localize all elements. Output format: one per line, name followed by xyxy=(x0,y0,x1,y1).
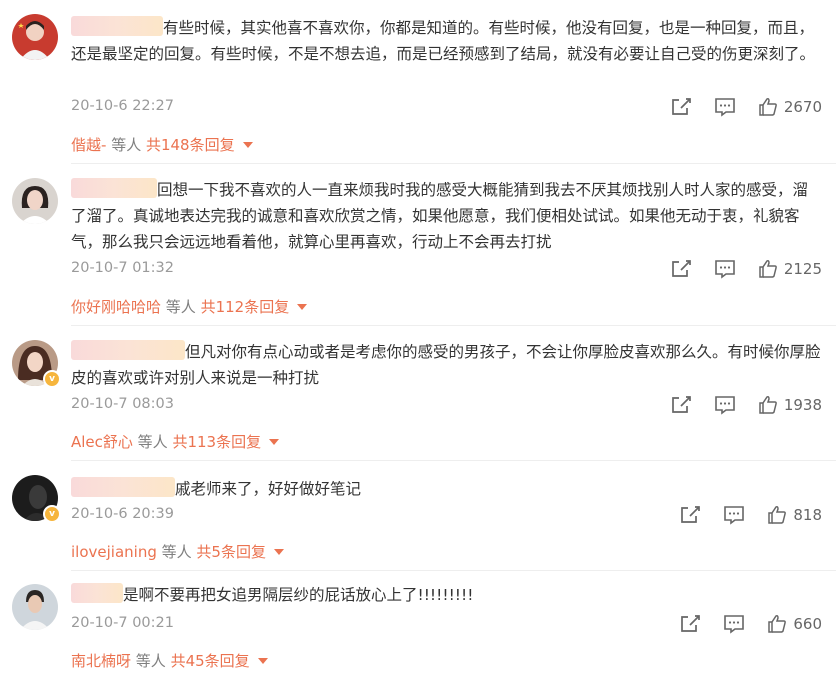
comment-meta: 20-10-7 08:03 1938 xyxy=(71,392,822,418)
thumbs-up-icon xyxy=(759,396,777,414)
comment-text: 是啊不要再把女追男隔层纱的屁话放心上了!!!!!!!!! xyxy=(71,582,822,608)
chevron-down-icon[interactable] xyxy=(273,549,284,555)
reply-summary[interactable]: ilovejianing 等人 共5条回复 xyxy=(71,541,284,562)
thumbs-up-icon xyxy=(759,98,777,116)
reply-summary[interactable]: 你好刚哈哈哈 等人 共112条回复 xyxy=(71,296,308,317)
timestamp: 20-10-6 20:39 xyxy=(71,506,174,522)
comment-text: 有些时候，其实他喜不喜欢你，你都是知道的。有些时候，他没有回复，也是一种回复，而… xyxy=(71,15,822,67)
comment-meta: 20-10-6 22:27 2670 xyxy=(71,94,822,120)
like-button[interactable]: 1938 xyxy=(758,395,822,415)
like-button[interactable]: 2670 xyxy=(758,97,822,117)
share-button[interactable] xyxy=(679,614,701,634)
share-button[interactable] xyxy=(679,505,701,525)
thumbs-up-icon xyxy=(768,615,787,633)
like-count: 1938 xyxy=(783,396,822,414)
share-icon xyxy=(671,260,691,277)
username-blurred[interactable] xyxy=(71,340,185,360)
comment-icon xyxy=(724,506,745,525)
comment-button[interactable] xyxy=(714,97,736,117)
reply-summary[interactable]: 偕越- 等人 共148条回复 xyxy=(71,134,253,155)
comment-button[interactable] xyxy=(714,395,736,415)
action-bar: 818 xyxy=(679,502,822,528)
chevron-down-icon[interactable] xyxy=(297,304,308,310)
reply-summary[interactable]: 南北楠呀 等人 共45条回复 xyxy=(71,650,268,671)
action-bar: 2125 xyxy=(670,256,822,282)
verified-badge-icon: v xyxy=(43,505,61,523)
like-count: 2670 xyxy=(783,98,822,116)
comment-button[interactable] xyxy=(723,505,745,525)
like-count: 660 xyxy=(793,615,822,633)
reply-count[interactable]: 共5条回复 xyxy=(196,543,266,561)
thumbs-up-icon xyxy=(759,260,777,278)
divider xyxy=(71,325,836,326)
share-button[interactable] xyxy=(670,259,692,279)
reply-user[interactable]: ilovejianing xyxy=(71,543,157,561)
like-count: 2125 xyxy=(783,260,822,278)
share-button[interactable] xyxy=(670,97,692,117)
like-button[interactable]: 818 xyxy=(767,505,822,525)
comment-icon xyxy=(715,396,735,415)
share-icon xyxy=(671,396,691,413)
username-blurred[interactable] xyxy=(71,583,123,603)
timestamp: 20-10-7 08:03 xyxy=(71,396,174,412)
like-count: 818 xyxy=(793,506,822,524)
thumbs-up-icon xyxy=(768,506,787,524)
divider xyxy=(71,460,836,461)
comment-text: 但凡对你有点心动或者是考虑你的感受的男孩子，不会让你厚脸皮喜欢那么久。有时候你厚… xyxy=(71,339,822,391)
comment-text: 回想一下我不喜欢的人一直来烦我时我的感受大概能猜到我去不厌其烦找别人时人家的感受… xyxy=(71,177,822,255)
comment-text: 戚老师来了，好好做好笔记 xyxy=(71,476,822,502)
comment-icon xyxy=(724,615,745,634)
comment-icon xyxy=(715,260,735,279)
username-blurred[interactable] xyxy=(71,16,163,36)
reply-count[interactable]: 共112条回复 xyxy=(201,298,290,316)
username-blurred[interactable] xyxy=(71,178,157,198)
action-bar: 1938 xyxy=(670,392,822,418)
avatar[interactable] xyxy=(12,14,58,60)
chevron-down-icon[interactable] xyxy=(269,439,280,445)
share-button[interactable] xyxy=(670,395,692,415)
reply-summary[interactable]: Alec舒心 等人 共113条回复 xyxy=(71,431,280,452)
comment-meta: 20-10-6 20:39 818 xyxy=(71,502,822,528)
share-icon xyxy=(671,98,691,115)
reply-count[interactable]: 共45条回复 xyxy=(171,652,250,670)
divider xyxy=(71,570,836,571)
reply-user[interactable]: 偕越- xyxy=(71,136,106,154)
reply-count[interactable]: 共148条回复 xyxy=(146,136,235,154)
chevron-down-icon[interactable] xyxy=(257,658,268,664)
reply-user[interactable]: Alec舒心 xyxy=(71,433,133,451)
comment-meta: 20-10-7 01:32 2125 xyxy=(71,256,822,282)
avatar[interactable] xyxy=(12,178,58,224)
action-bar: 2670 xyxy=(670,94,822,120)
share-icon xyxy=(681,615,701,632)
comment-icon xyxy=(715,98,735,117)
username-blurred[interactable] xyxy=(71,477,175,497)
chevron-down-icon[interactable] xyxy=(242,142,253,148)
action-bar: 660 xyxy=(679,611,822,637)
reply-count[interactable]: 共113条回复 xyxy=(172,433,261,451)
divider xyxy=(71,163,836,164)
timestamp: 20-10-7 01:32 xyxy=(71,260,174,276)
comment-button[interactable] xyxy=(723,614,745,634)
comment-button[interactable] xyxy=(714,259,736,279)
reply-user[interactable]: 南北楠呀 xyxy=(71,652,131,670)
reply-user[interactable]: 你好刚哈哈哈 xyxy=(71,298,161,316)
avatar[interactable] xyxy=(12,584,58,630)
like-button[interactable]: 660 xyxy=(767,614,822,634)
share-icon xyxy=(681,506,701,523)
timestamp: 20-10-6 22:27 xyxy=(71,98,174,114)
timestamp: 20-10-7 00:21 xyxy=(71,615,174,631)
comment-meta: 20-10-7 00:21 660 xyxy=(71,611,822,637)
like-button[interactable]: 2125 xyxy=(758,259,822,279)
verified-badge-icon: v xyxy=(43,370,61,388)
